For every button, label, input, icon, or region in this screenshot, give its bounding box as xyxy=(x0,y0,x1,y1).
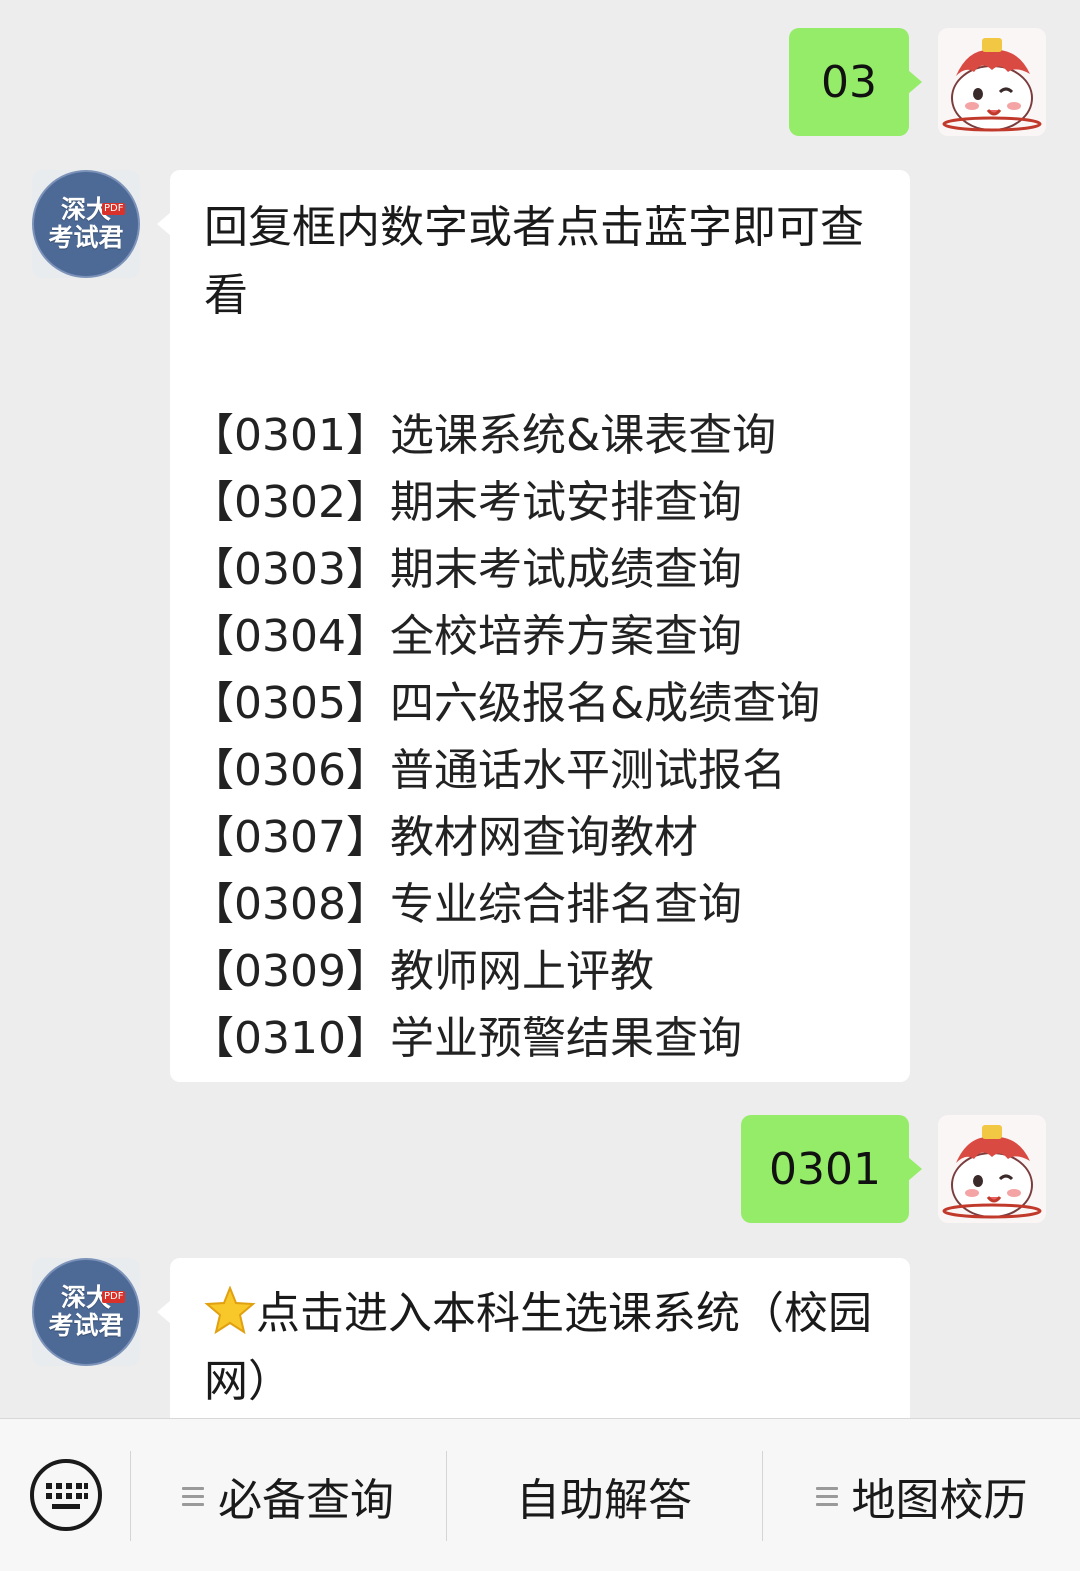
menu-option-0309[interactable]: 【0309】教师网上评教 xyxy=(190,938,882,1005)
menu-option-0308[interactable]: 【0308】专业综合排名查询 xyxy=(190,871,882,938)
bottom-menu-bar: 必备查询 自助解答 地图校历 xyxy=(0,1418,1080,1571)
message-text: 0301 xyxy=(769,1143,881,1195)
pdf-tag: PDF xyxy=(102,203,126,215)
bot-avatar[interactable]: 深大 考试君 PDF xyxy=(32,1258,140,1366)
bot-logo-text: 深大 考试君 xyxy=(32,170,140,278)
menu-button-self-help[interactable]: 自助解答 xyxy=(447,1459,761,1533)
outgoing-message-bubble[interactable]: 03 xyxy=(789,28,922,136)
keyboard-toggle-button[interactable] xyxy=(28,1457,104,1533)
menu-label: 自助解答 xyxy=(516,1475,692,1526)
user-avatar[interactable] xyxy=(938,28,1046,136)
menu-label: 必备查询 xyxy=(218,1475,394,1526)
bot-logo-line2: 考试君 xyxy=(48,223,124,252)
pdf-tag: PDF xyxy=(102,1291,126,1303)
menu-option-0307[interactable]: 【0307】教材网查询教材 xyxy=(190,804,882,871)
cartoon-character-icon xyxy=(942,1125,1042,1219)
menu-label: 地图校历 xyxy=(851,1475,1028,1526)
keyboard-icon xyxy=(30,1459,102,1531)
bot-avatar[interactable]: 深大 考试君 PDF xyxy=(32,170,140,278)
menu-button-map-calendar[interactable]: 地图校历 xyxy=(763,1459,1080,1533)
bot-logo-text: 深大 考试君 xyxy=(32,1258,140,1366)
incoming-message-bubble[interactable]: 点击进入本科生选课系统（校园网） xyxy=(157,1258,910,1418)
menu-options-list: 【0301】选课系统&课表查询 【0302】期末考试安排查询 【0303】期末考… xyxy=(190,402,882,1072)
bot-logo-line2: 考试君 xyxy=(48,1311,124,1340)
menu-button-essential-query[interactable]: 必备查询 xyxy=(131,1459,445,1533)
cartoon-character-icon xyxy=(942,38,1042,132)
menu-lines-icon xyxy=(815,1482,838,1511)
incoming-message-bubble[interactable]: 回复框内数字或者点击蓝字即可查看 【0301】选课系统&课表查询 【0302】期… xyxy=(157,170,910,1082)
menu-option-0301[interactable]: 【0301】选课系统&课表查询 xyxy=(190,402,882,469)
outgoing-message-bubble[interactable]: 0301 xyxy=(741,1115,922,1223)
menu-option-0303[interactable]: 【0303】期末考试成绩查询 xyxy=(190,536,882,603)
menu-option-0305[interactable]: 【0305】四六级报名&成绩查询 xyxy=(190,670,882,737)
menu-option-0304[interactable]: 【0304】全校培养方案查询 xyxy=(190,603,882,670)
star-icon xyxy=(204,1285,256,1335)
menu-option-0306[interactable]: 【0306】普通话水平测试报名 xyxy=(190,737,882,804)
user-avatar[interactable] xyxy=(938,1115,1046,1223)
link-text: 点击进入本科生选课系统（校园网） xyxy=(204,1288,872,1407)
chat-area: 03 深大 考试君 PDF 回复框内数字或者点击蓝字即可查看 【0301】选课系… xyxy=(0,0,1080,1418)
menu-lines-icon xyxy=(182,1482,204,1511)
course-selection-link[interactable]: 点击进入本科生选课系统（校园网） xyxy=(204,1280,882,1416)
menu-option-0302[interactable]: 【0302】期末考试安排查询 xyxy=(190,469,882,536)
message-text: 03 xyxy=(821,56,877,108)
menu-intro-text: 回复框内数字或者点击蓝字即可查看 xyxy=(204,202,864,321)
menu-option-0310[interactable]: 【0310】学业预警结果查询 xyxy=(190,1005,882,1072)
